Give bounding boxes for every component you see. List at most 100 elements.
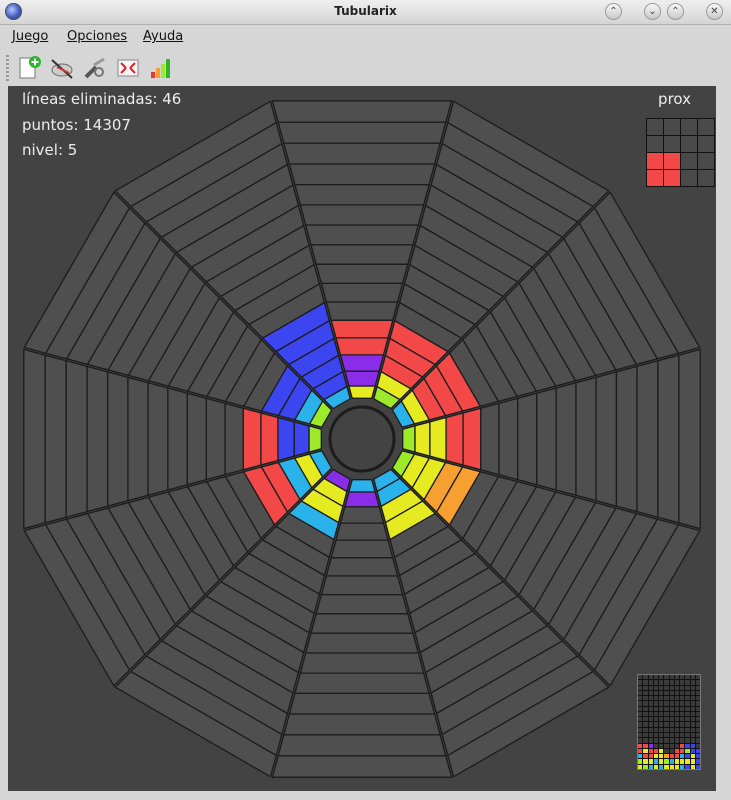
filled-cell bbox=[402, 425, 416, 453]
empty-cell bbox=[44, 354, 67, 524]
empty-cell bbox=[480, 402, 500, 476]
minimap-cell bbox=[674, 711, 679, 717]
empty-cell bbox=[86, 365, 109, 513]
toolbar-grip[interactable] bbox=[6, 55, 9, 81]
minimap-cell bbox=[659, 754, 664, 759]
minimap-cell bbox=[653, 733, 658, 738]
points-label: puntos: 14307 bbox=[22, 116, 131, 134]
next-piece-label: prox bbox=[658, 90, 691, 108]
minimap-cell bbox=[680, 701, 685, 706]
minimap-cell bbox=[653, 722, 658, 727]
minimap-cell bbox=[638, 764, 643, 769]
minimap-cell bbox=[674, 717, 679, 722]
filled-cell bbox=[414, 421, 431, 457]
minimap-cell bbox=[648, 690, 653, 696]
tube-board[interactable] bbox=[8, 86, 716, 791]
menu-opciones[interactable]: Opciones bbox=[67, 29, 127, 44]
minimap-cell bbox=[669, 754, 674, 759]
maximize-button[interactable]: ⌃ bbox=[667, 3, 684, 20]
minimap-cell bbox=[653, 759, 658, 764]
empty-cell bbox=[271, 100, 453, 123]
menu-ayuda[interactable]: Ayuda bbox=[143, 29, 183, 44]
minimap-cell bbox=[674, 706, 679, 711]
minimap-cell bbox=[674, 685, 679, 690]
empty-cell bbox=[330, 539, 394, 559]
next-piece-cell-filled bbox=[647, 170, 663, 186]
empty-cell bbox=[304, 224, 420, 246]
minimap-cell bbox=[653, 748, 658, 754]
minimap-cell bbox=[664, 696, 669, 701]
empty-cell bbox=[555, 381, 577, 497]
minimap-cell bbox=[664, 754, 669, 759]
minimap-cell bbox=[680, 680, 685, 685]
empty-cell bbox=[224, 402, 244, 476]
minimap-cell bbox=[659, 675, 664, 680]
minimap-cell bbox=[659, 690, 664, 696]
minimap-cell bbox=[648, 754, 653, 759]
next-piece-cell bbox=[681, 119, 697, 135]
keep-above-button[interactable]: ⌃ bbox=[605, 3, 622, 20]
empty-cell bbox=[536, 387, 557, 491]
minimap-cell bbox=[669, 675, 674, 680]
minimap-cell bbox=[674, 722, 679, 727]
minimap-cell bbox=[685, 722, 690, 727]
menu-juego[interactable]: Juego bbox=[12, 29, 48, 44]
minimap-cell bbox=[664, 733, 669, 738]
minimap-cell bbox=[680, 685, 685, 690]
empty-cell bbox=[65, 359, 88, 519]
minimap-cell bbox=[643, 738, 648, 743]
next-piece-cell bbox=[681, 153, 697, 169]
minimap-cell bbox=[648, 733, 653, 738]
minimap-cell bbox=[674, 696, 679, 701]
minimap-cell bbox=[669, 685, 674, 690]
minimap-cell bbox=[680, 764, 685, 769]
minimap-cell bbox=[648, 727, 653, 733]
minimap-cell bbox=[680, 754, 685, 759]
empty-cell bbox=[294, 183, 430, 206]
minimap-cell bbox=[648, 717, 653, 722]
minimap-cell bbox=[659, 748, 664, 754]
minimap-cell bbox=[685, 727, 690, 733]
settings-icon[interactable] bbox=[82, 55, 108, 81]
minimap-cell bbox=[690, 711, 695, 717]
close-button[interactable]: ✕ bbox=[706, 3, 723, 20]
minimap-cell bbox=[695, 675, 700, 680]
minimap-cell bbox=[690, 748, 695, 754]
empty-cell bbox=[517, 392, 538, 486]
minimap-cell bbox=[664, 743, 669, 748]
minimap-cell bbox=[674, 675, 679, 680]
minimap-cell bbox=[669, 748, 674, 754]
minimap-cell bbox=[695, 711, 700, 717]
minimap-cell bbox=[680, 717, 685, 722]
minimap-cell bbox=[685, 711, 690, 717]
empty-cell bbox=[657, 354, 680, 524]
minimap-cell bbox=[669, 722, 674, 727]
filled-cell bbox=[308, 425, 322, 453]
minimap-cell bbox=[680, 759, 685, 764]
empty-cell bbox=[315, 263, 409, 284]
next-piece-cell bbox=[664, 136, 680, 152]
minimap-cell bbox=[648, 701, 653, 706]
minimap-cell bbox=[690, 733, 695, 738]
minimap-cell bbox=[669, 717, 674, 722]
minimap-cell bbox=[685, 696, 690, 701]
fullscreen-icon[interactable] bbox=[115, 55, 141, 81]
minimap-cell bbox=[648, 706, 653, 711]
new-game-icon[interactable] bbox=[16, 55, 42, 81]
minimap-cell bbox=[653, 696, 658, 701]
minimap-cell bbox=[659, 680, 664, 685]
minimap-cell bbox=[664, 690, 669, 696]
minimap-cell bbox=[669, 743, 674, 748]
minimap-cell bbox=[669, 727, 674, 733]
minimap-cell bbox=[680, 706, 685, 711]
minimap-cell bbox=[695, 706, 700, 711]
highscores-icon[interactable] bbox=[148, 55, 174, 81]
minimize-button[interactable]: ⌄ bbox=[644, 3, 661, 20]
minimap-cell bbox=[664, 764, 669, 769]
game-area[interactable]: líneas eliminadas: 46 puntos: 14307 nive… bbox=[8, 86, 716, 791]
minimap-cell bbox=[643, 759, 648, 764]
minimap-cell bbox=[664, 722, 669, 727]
pause-icon[interactable] bbox=[49, 55, 75, 81]
minimap-cell bbox=[643, 701, 648, 706]
minimap-cell bbox=[690, 706, 695, 711]
